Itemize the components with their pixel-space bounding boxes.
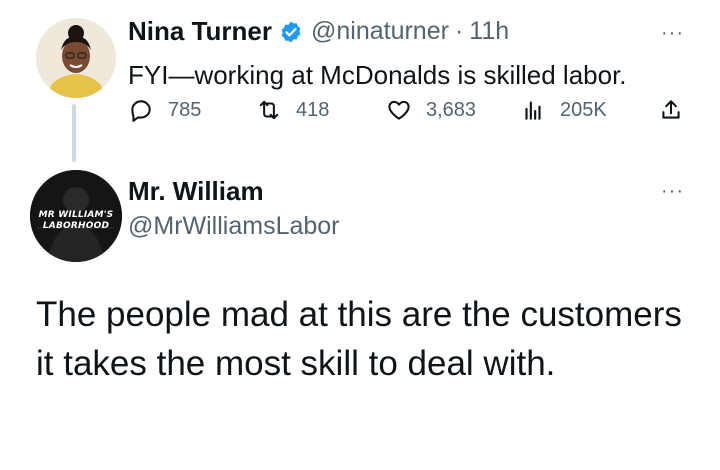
retweet-icon [259, 100, 279, 120]
quoted-author-name[interactable]: Nina Turner [128, 16, 272, 47]
more-icon[interactable]: ··· [661, 180, 684, 203]
quoted-author-handle[interactable]: @ninaturner [311, 17, 449, 46]
like-count: 3,683 [426, 98, 477, 121]
avatar-mr-william[interactable]: MR WILLIAM'S LABORHOOD [30, 170, 122, 262]
reply-count: 785 [168, 98, 202, 121]
share-button[interactable] [658, 97, 698, 123]
views-icon [525, 101, 541, 120]
views-button[interactable]: 205K [520, 97, 607, 123]
tweet-timestamp[interactable]: 11h [469, 17, 509, 46]
quoted-tweet-text: FYI—working at McDonalds is skilled labo… [128, 60, 627, 90]
verified-badge-icon [279, 20, 303, 44]
meta-separator: · [454, 17, 464, 45]
avatar-badge-line-1: MR WILLIAM'S [38, 210, 114, 220]
avatar-nina-turner-image [36, 18, 116, 98]
avatar-nina-turner[interactable] [36, 18, 116, 98]
share-icon [662, 100, 680, 119]
thread-connector-line [72, 104, 76, 162]
reply-icon [131, 100, 151, 122]
avatar-badge-text: MR WILLIAM'S LABORHOOD [30, 210, 122, 232]
reply-button[interactable]: 785 [128, 97, 201, 123]
like-icon [388, 100, 410, 120]
reply-author-name[interactable]: Mr. William [128, 176, 264, 207]
retweet-count: 418 [296, 98, 330, 121]
reply-author-handle[interactable]: @MrWilliamsLabor [128, 212, 340, 241]
reply-tweet-text: The people mad at this are the customers… [36, 295, 682, 383]
tweet-actions-bar: 785 418 3,683 205K [128, 97, 688, 133]
avatar-badge-line-2: LABORHOOD [42, 221, 110, 231]
like-button[interactable]: 3,683 [386, 97, 476, 123]
retweet-button[interactable]: 418 [256, 97, 329, 123]
quoted-tweet-header: Nina Turner @ninaturner · 11h [128, 16, 509, 47]
more-icon[interactable]: ··· [661, 22, 684, 45]
views-count: 205K [560, 98, 607, 121]
